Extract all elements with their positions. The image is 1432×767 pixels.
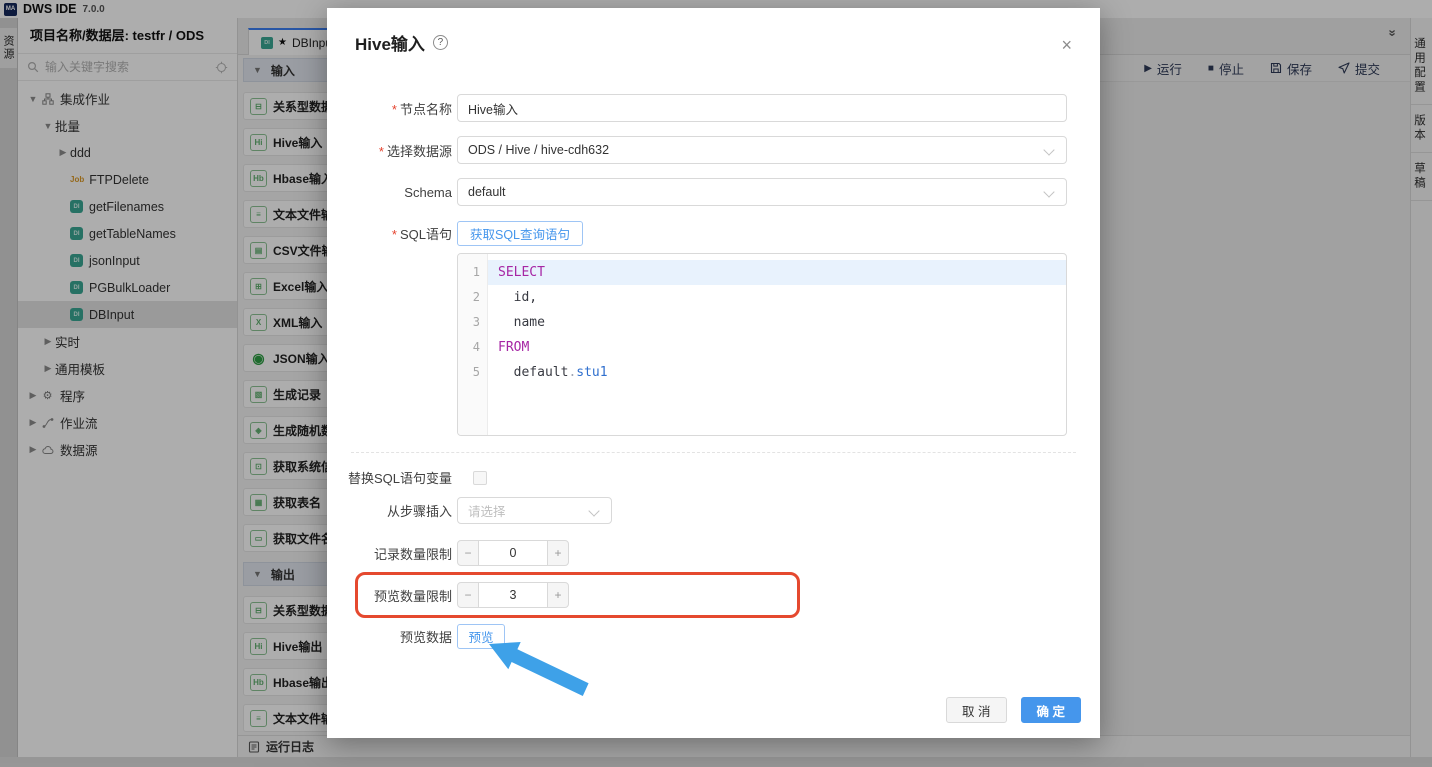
cancel-button[interactable]: 取 消	[946, 697, 1006, 723]
replace-var-checkbox[interactable]	[473, 471, 487, 485]
node-name-input[interactable]	[457, 94, 1067, 122]
sql-row: *SQL语句 获取SQL查询语句	[327, 221, 1100, 246]
close-icon[interactable]: ×	[1061, 36, 1072, 54]
dialog-header: Hive输入 ?	[327, 8, 1100, 55]
plus-button[interactable]: +	[547, 582, 569, 608]
schema-select[interactable]: default	[457, 178, 1067, 206]
record-limit-row: 记录数量限制 − 0 +	[327, 540, 1100, 566]
sql-editor[interactable]: 12345 SELECT id, name FROM default.stu1	[457, 253, 1067, 436]
preview-limit-stepper: − 3 +	[457, 582, 569, 608]
record-limit-stepper: − 0 +	[457, 540, 569, 566]
code-token: FROM	[498, 340, 529, 355]
line-number: 4	[458, 335, 487, 360]
datasource-label: 选择数据源	[387, 144, 452, 159]
insert-step-row: 从步骤插入 请选择	[327, 497, 1100, 524]
code-token: SELECT	[498, 265, 545, 280]
preview-button[interactable]: 预览	[457, 624, 505, 649]
node-name-row: *节点名称	[327, 94, 1100, 122]
datasource-select[interactable]: ODS / Hive / hive-cdh632	[457, 136, 1067, 164]
code-token: default	[498, 365, 568, 380]
preview-limit-value[interactable]: 3	[479, 582, 547, 608]
preview-limit-row: 预览数量限制 − 3 +	[327, 582, 1100, 608]
required-mark: *	[392, 227, 397, 242]
sql-code[interactable]: SELECT id, name FROM default.stu1	[488, 254, 1066, 435]
minus-button[interactable]: −	[457, 582, 479, 608]
code-token: id,	[498, 290, 537, 305]
schema-label: Schema	[327, 185, 452, 200]
section-divider	[351, 452, 1076, 453]
ok-button[interactable]: 确 定	[1021, 697, 1081, 723]
help-icon[interactable]: ?	[433, 35, 448, 50]
replace-var-label: 替换SQL语句变量	[327, 468, 452, 487]
insert-step-select[interactable]: 请选择	[457, 497, 612, 524]
code-line: FROM	[488, 335, 1066, 360]
code-line: SELECT	[488, 260, 1066, 285]
line-number: 1	[458, 260, 487, 285]
line-number: 2	[458, 285, 487, 310]
preview-data-row: 预览数据 预览	[327, 624, 1100, 649]
sql-label: SQL语句	[400, 227, 452, 242]
line-number: 3	[458, 310, 487, 335]
minus-button[interactable]: −	[457, 540, 479, 566]
code-line: default.stu1	[488, 360, 1066, 385]
code-line: id,	[488, 285, 1066, 310]
code-token: stu1	[576, 365, 607, 380]
dialog-title: Hive输入	[355, 30, 425, 55]
get-sql-button[interactable]: 获取SQL查询语句	[457, 221, 583, 246]
required-mark: *	[379, 144, 384, 159]
plus-button[interactable]: +	[547, 540, 569, 566]
code-line: name	[488, 310, 1066, 335]
record-limit-value[interactable]: 0	[479, 540, 547, 566]
datasource-row: *选择数据源 ODS / Hive / hive-cdh632	[327, 136, 1100, 164]
record-limit-label: 记录数量限制	[327, 544, 452, 563]
preview-limit-label: 预览数量限制	[327, 586, 452, 605]
insert-step-placeholder: 请选择	[468, 501, 506, 520]
code-token: name	[498, 315, 545, 330]
datasource-value: ODS / Hive / hive-cdh632	[468, 143, 609, 157]
line-number: 5	[458, 360, 487, 385]
required-mark: *	[392, 102, 397, 117]
line-number-gutter: 12345	[458, 254, 488, 435]
hive-input-dialog: Hive输入 ? × *节点名称 *选择数据源 ODS / Hive / hiv…	[327, 8, 1100, 738]
replace-var-row: 替换SQL语句变量	[327, 468, 1100, 487]
schema-row: Schema default	[327, 178, 1100, 206]
node-name-label: 节点名称	[400, 102, 452, 117]
insert-step-label: 从步骤插入	[327, 501, 452, 520]
schema-value: default	[468, 185, 506, 199]
blue-arrow-annotation	[485, 640, 589, 700]
preview-data-label: 预览数据	[327, 627, 452, 646]
dialog-footer: 取 消 确 定	[946, 697, 1081, 723]
